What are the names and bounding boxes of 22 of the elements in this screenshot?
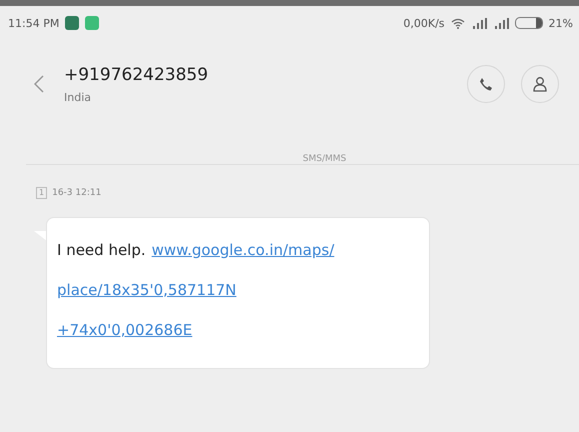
chat-app-icon (65, 16, 80, 30)
message-link[interactable]: +74x0'0,002686E (57, 310, 419, 350)
message-text: I need help. (57, 240, 146, 261)
network-speed: 0,00K/s (403, 16, 445, 30)
contact-location: India (64, 90, 92, 104)
signal-icon (492, 18, 509, 28)
call-button[interactable] (467, 65, 505, 103)
contact-number: +919762423859 (64, 64, 210, 84)
contact-button[interactable] (521, 65, 559, 103)
battery-icon (514, 17, 543, 29)
wifi-icon (450, 18, 465, 28)
signal-icon (470, 18, 487, 28)
message-link[interactable]: place/18x35'0,587117N (57, 270, 419, 310)
person-icon (532, 76, 548, 92)
thread-type-label: SMS/MMS (302, 154, 346, 164)
message-link[interactable]: www.google.co.in/maps/ (152, 230, 334, 270)
battery-percent: 21% (548, 16, 573, 30)
time: 11:54 PM (8, 16, 60, 30)
sim-icon: 1 (36, 187, 48, 199)
message-time: 16-3 12:11 (52, 188, 102, 198)
app-notification-icon (85, 16, 100, 30)
phone-icon (478, 76, 494, 92)
